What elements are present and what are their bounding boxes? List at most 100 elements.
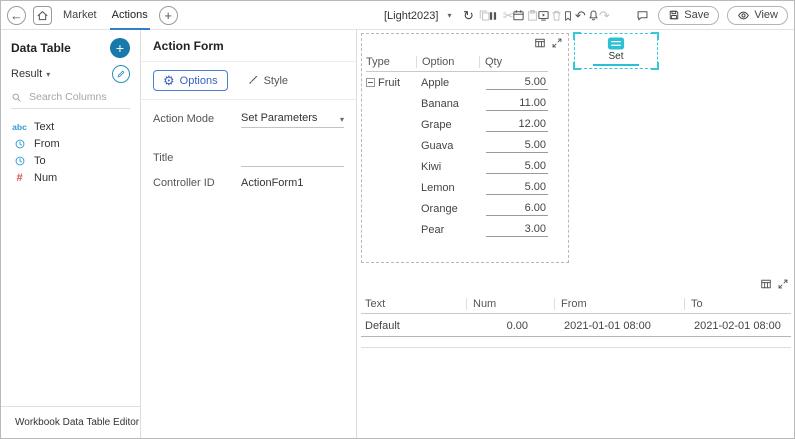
tab-options-label: Options	[180, 75, 218, 87]
header-to: To	[684, 298, 791, 310]
add-dashboard-button[interactable]: +	[159, 6, 178, 25]
column-item-from[interactable]: From	[1, 135, 140, 152]
brush-icon	[246, 74, 259, 87]
maximize-icon[interactable]	[777, 278, 789, 290]
dataset-selector[interactable]: Result ▾	[1, 63, 140, 90]
save-icon	[668, 9, 680, 21]
num-cell: 0.00	[466, 320, 554, 332]
option-cell: Pear	[416, 224, 479, 236]
calendar-icon	[512, 9, 525, 22]
home-icon	[36, 9, 49, 22]
add-data-table-button[interactable]: +	[110, 38, 130, 58]
action-form-title: Action Form	[141, 30, 356, 62]
qty-input[interactable]: 3.00	[486, 223, 548, 237]
search-input[interactable]	[27, 90, 125, 104]
column-item-to[interactable]: To	[1, 152, 140, 169]
option-cell: Guava	[416, 140, 479, 152]
option-cell: Orange	[416, 203, 479, 215]
panel-title: Data Table	[11, 41, 71, 55]
gear-icon: ⚙	[163, 74, 175, 87]
qty-input[interactable]: 5.00	[486, 181, 548, 195]
selection-handle[interactable]	[651, 32, 659, 40]
action-form-fields: Action Mode Set Parameters ▾ Title Contr…	[141, 100, 356, 192]
bell-icon	[587, 9, 600, 22]
column-item-text[interactable]: abc Text	[1, 118, 140, 135]
qty-input[interactable]: 12.00	[486, 118, 548, 132]
pause-button[interactable]	[485, 8, 501, 24]
column-item-num[interactable]: # Num	[1, 169, 140, 186]
qty-cell: 5.00	[479, 160, 548, 174]
notifications-button[interactable]	[585, 8, 601, 24]
table-row: Kiwi 5.00	[366, 156, 548, 177]
pause-icon	[487, 10, 499, 22]
comment-button[interactable]	[634, 7, 650, 23]
top-toolbar: ← Market Actions + [Light2023] ▾ ↻	[1, 1, 794, 30]
tab-actions[interactable]: Actions	[110, 1, 150, 30]
controller-id-value[interactable]: ActionForm1	[241, 177, 344, 192]
result-table-widget[interactable]: Text Num From To Default 0.00 2021-01-01…	[361, 278, 791, 348]
tab-actions-label: Actions	[112, 9, 148, 21]
parameter-table-widget[interactable]: Type Option Qty Fruit Apple 5.00 Banana …	[361, 33, 569, 263]
qty-input[interactable]: 5.00	[486, 160, 548, 174]
slideshow-button[interactable]	[535, 8, 551, 24]
set-button-label[interactable]: Set	[608, 51, 623, 62]
table-grid-icon[interactable]	[534, 37, 546, 49]
qty-input[interactable]: 11.00	[486, 97, 548, 111]
column-label: From	[34, 138, 60, 150]
table-row: Pear 3.00	[366, 219, 548, 240]
selection-handle[interactable]	[573, 62, 581, 70]
field-label: Action Mode	[153, 113, 241, 128]
chevron-down-icon[interactable]: ▾	[447, 11, 451, 20]
selection-handle[interactable]	[573, 32, 581, 40]
bookmark-button[interactable]	[560, 8, 576, 24]
parameter-table: Type Option Qty Fruit Apple 5.00 Banana …	[366, 56, 548, 240]
slideshow-icon	[537, 9, 550, 22]
dashboard-canvas[interactable]: Type Option Qty Fruit Apple 5.00 Banana …	[358, 30, 794, 438]
numeric-type-icon: #	[11, 172, 28, 184]
home-button[interactable]	[33, 6, 52, 25]
field-label: Controller ID	[153, 177, 241, 192]
tab-market[interactable]: Market	[61, 1, 99, 30]
tab-options[interactable]: ⚙ Options	[153, 70, 228, 91]
calendar-button[interactable]	[510, 8, 526, 24]
header-qty: Qty	[479, 56, 548, 68]
action-mode-dropdown[interactable]: Set Parameters ▾	[241, 112, 344, 128]
column-label: Text	[34, 121, 54, 133]
qty-input[interactable]: 5.00	[486, 76, 548, 90]
bookmark-icon	[562, 10, 574, 22]
plus-icon: +	[116, 41, 124, 55]
qty-input[interactable]: 5.00	[486, 139, 548, 153]
qty-cell: 6.00	[479, 202, 548, 216]
action-mode-value: Set Parameters	[241, 112, 317, 124]
back-button[interactable]: ←	[7, 6, 26, 25]
save-button[interactable]: Save	[658, 6, 719, 25]
qty-cell: 11.00	[479, 97, 548, 111]
option-cell: Banana	[416, 98, 479, 110]
table-header-row: Type Option Qty	[366, 56, 548, 72]
maximize-icon[interactable]	[551, 37, 563, 49]
table-grid-icon[interactable]	[760, 278, 772, 290]
header-from: From	[554, 298, 684, 310]
collapse-icon[interactable]	[366, 78, 375, 87]
view-label: View	[754, 9, 778, 21]
selection-handle[interactable]	[651, 62, 659, 70]
set-action-form-widget[interactable]: Set	[574, 33, 658, 69]
qty-input[interactable]: 6.00	[486, 202, 548, 216]
option-cell: Grape	[416, 119, 479, 131]
data-table-header: Data Table +	[1, 30, 140, 63]
table-row: Guava 5.00	[366, 135, 548, 156]
workbook-data-table-editor-link[interactable]: Workbook Data Table Editor	[1, 406, 140, 438]
option-cell: Kiwi	[416, 161, 479, 173]
edit-data-table-button[interactable]	[112, 65, 130, 83]
view-button[interactable]: View	[727, 6, 788, 25]
refresh-button[interactable]: ↻	[460, 8, 476, 24]
header-option: Option	[416, 56, 479, 68]
comment-icon	[636, 9, 649, 22]
table-row[interactable]: Default 0.00 2021-01-01 08:00 2021-02-01…	[361, 314, 791, 337]
qty-cell: 12.00	[479, 118, 548, 132]
toolbar-left: ← Market Actions +	[7, 1, 178, 29]
theme-selector-label[interactable]: [Light2023]	[384, 10, 438, 22]
title-input[interactable]	[241, 152, 344, 167]
table-row: Grape 12.00	[366, 114, 548, 135]
tab-style[interactable]: Style	[236, 70, 298, 91]
